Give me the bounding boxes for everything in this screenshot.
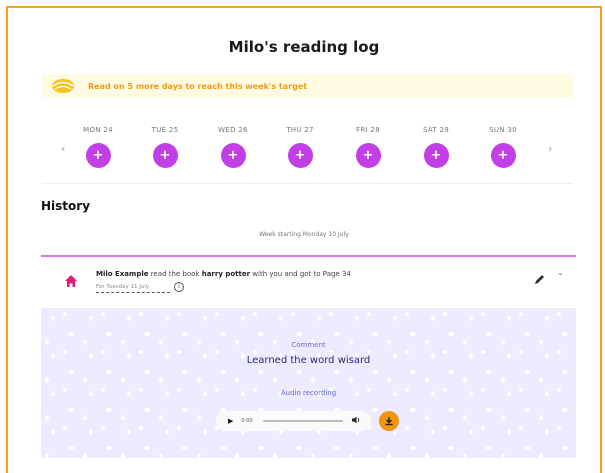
edit-pencil-icon[interactable] — [534, 270, 545, 289]
day-fri: FRI 28 + — [344, 126, 392, 168]
info-icon[interactable]: i — [174, 282, 184, 292]
comment-text: Learned the word wisard — [246, 355, 371, 366]
entry-details-panel: Comment Learned the word wisard Audio re… — [41, 308, 576, 458]
divider — [42, 183, 573, 184]
day-mon: MON 24 + — [74, 126, 122, 168]
add-reading-button[interactable]: + — [490, 143, 516, 168]
day-label: TUE 25 — [151, 126, 179, 134]
day-tue: TUE 25 + — [141, 126, 189, 168]
day-sun: SUN 30 + — [479, 126, 527, 168]
entry-verb: read the book — [150, 270, 200, 278]
audio-player: ▶ 0:00 — [216, 411, 371, 431]
add-reading-button[interactable]: + — [85, 143, 111, 168]
day-label: SUN 30 — [489, 126, 517, 134]
download-button[interactable] — [379, 411, 399, 431]
entry-progress: with you and got to Page 34 — [252, 270, 351, 278]
day-label: FRI 28 — [356, 126, 380, 134]
day-label: WED 26 — [218, 126, 248, 134]
next-week-arrow[interactable]: › — [548, 142, 552, 155]
comment-label: Comment — [291, 341, 326, 349]
add-reading-button[interactable]: + — [287, 143, 313, 168]
book-title: harry potter — [201, 270, 251, 278]
entry-summary: Milo Example read the book harry potter … — [96, 270, 351, 278]
history-heading: History — [41, 199, 91, 213]
play-icon[interactable]: ▶ — [228, 417, 233, 425]
reader-name: Milo Example — [96, 270, 149, 278]
page-title: Milo's reading log — [228, 38, 380, 56]
volume-icon[interactable] — [351, 416, 361, 426]
add-reading-button[interactable]: + — [423, 143, 449, 168]
day-thu: THU 27 + — [276, 126, 324, 168]
add-reading-button[interactable]: + — [355, 143, 381, 168]
day-wed: WED 26 + — [209, 126, 257, 168]
audio-progress-track[interactable] — [262, 420, 343, 422]
audio-label: Audio recording — [280, 389, 337, 397]
app-frame: Milo's reading log Read on 5 more days t… — [6, 6, 602, 473]
add-reading-button[interactable]: + — [220, 143, 246, 168]
house-icon — [64, 273, 78, 287]
entry-date: For Tuesday 11 July — [96, 284, 170, 293]
day-label: SAT 29 — [422, 126, 450, 134]
banner-text: Read on 5 more days to reach this week's… — [88, 81, 308, 91]
day-label: MON 24 — [83, 126, 113, 134]
day-sat: SAT 29 + — [412, 126, 460, 168]
target-banner: Read on 5 more days to reach this week's… — [42, 74, 573, 98]
reading-entry: Milo Example read the book harry potter … — [41, 258, 576, 308]
history-divider — [41, 255, 576, 257]
sun-icon — [50, 75, 80, 97]
download-icon — [385, 417, 393, 426]
chevron-down-icon[interactable]: ⌄ — [557, 268, 564, 277]
week-starting-label: Week starting Monday 10 July — [259, 231, 349, 238]
day-label: THU 27 — [286, 126, 314, 134]
add-reading-button[interactable]: + — [152, 143, 178, 168]
audio-time: 0:00 — [241, 418, 253, 424]
prev-week-arrow[interactable]: ‹ — [61, 142, 65, 155]
